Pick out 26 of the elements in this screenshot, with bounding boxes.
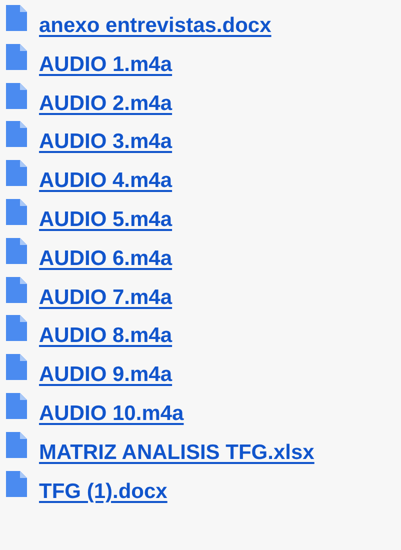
file-icon <box>6 276 27 303</box>
file-icon <box>6 160 27 186</box>
file-icon <box>6 392 27 419</box>
file-icon <box>6 5 27 31</box>
file-link[interactable]: AUDIO 8.m4a <box>39 323 172 350</box>
file-link[interactable]: anexo entrevistas.docx <box>39 13 272 39</box>
file-icon <box>6 470 27 497</box>
file-link[interactable]: TFG (1).docx <box>39 478 168 505</box>
file-icon <box>6 44 27 70</box>
file-icon <box>6 82 27 109</box>
file-link[interactable]: AUDIO 1.m4a <box>39 52 172 78</box>
file-link[interactable]: AUDIO 3.m4a <box>39 129 172 156</box>
file-icon <box>6 315 27 342</box>
file-icon <box>6 354 27 380</box>
file-icon <box>6 238 27 264</box>
file-link[interactable]: AUDIO 4.m4a <box>39 168 172 194</box>
file-icon <box>6 121 27 148</box>
file-icon <box>6 198 27 225</box>
file-link[interactable]: MATRIZ ANALISIS TFG.xlsx <box>39 440 314 466</box>
file-link[interactable]: AUDIO 5.m4a <box>39 206 172 233</box>
file-link[interactable]: AUDIO 7.m4a <box>39 284 172 311</box>
file-link[interactable]: AUDIO 2.m4a <box>39 90 172 117</box>
file-link[interactable]: AUDIO 10.m4a <box>39 400 184 427</box>
file-link[interactable]: AUDIO 9.m4a <box>39 362 172 388</box>
file-link[interactable]: AUDIO 6.m4a <box>39 246 172 272</box>
file-icon <box>6 432 27 458</box>
